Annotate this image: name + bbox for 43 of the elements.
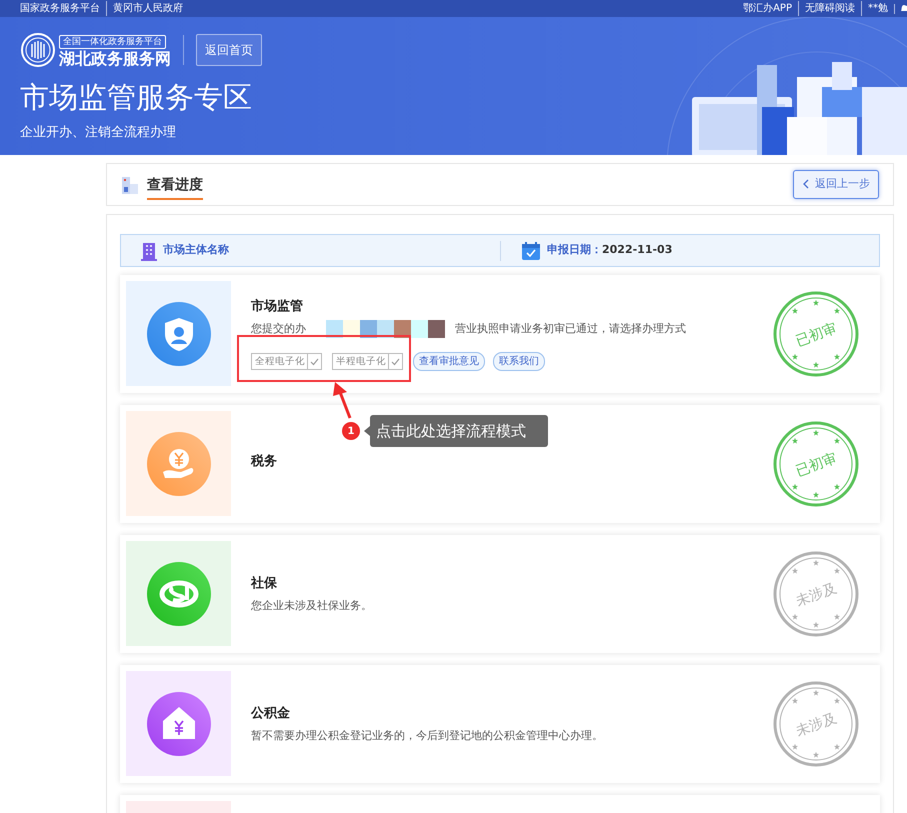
top-link[interactable]: 黄冈市人民政府 (106, 1, 183, 16)
section-tab[interactable]: 查看进度 (147, 170, 203, 200)
yuan-coin-hand-icon (146, 432, 210, 496)
mode-checkbox[interactable]: 半程电子化 (332, 353, 403, 370)
calendar-icon (521, 240, 541, 260)
service-message: 您企业未涉及社保业务。 (251, 598, 372, 614)
building-icon (121, 174, 139, 194)
service-title: 社保 (251, 575, 278, 593)
action-button[interactable]: 查看审批意见 (413, 352, 485, 372)
status-stamp: 未涉及 (772, 550, 860, 638)
action-button[interactable]: 联系我们 (493, 352, 545, 372)
home-button[interactable]: 返回首页 (196, 34, 262, 66)
service-title: 税务 (251, 453, 278, 472)
checkmark-icon (310, 358, 319, 366)
site-name: 湖北政务服务网 (59, 49, 171, 69)
service-message: 暂不需要办理公积金登记业务的，今后到登记地的公积金管理中心办理。 (251, 728, 603, 744)
checkmark-icon (391, 358, 400, 366)
tooltip-label: 点击此处选择流程模式 (370, 415, 548, 447)
chevron-left-icon (802, 179, 810, 190)
service-title: 市场监管 (251, 298, 304, 316)
house-yuan-icon (146, 692, 210, 756)
shield-person-icon (146, 302, 210, 366)
top-link[interactable]: 国家政务服务平台 (20, 1, 100, 16)
top-link[interactable]: 鄂汇办APP (743, 1, 792, 16)
building-icon (141, 240, 157, 260)
service-message: 您提交的办 (251, 321, 306, 337)
top-link[interactable]: 无障碍阅读 (798, 1, 855, 16)
status-stamp: 未涉及 (772, 680, 860, 768)
page-subtitle: 企业开办、注销全流程办理 (20, 124, 177, 142)
back-button[interactable]: 返回上一步 (793, 170, 879, 199)
service-message: 营业执照申请业务初审已通过，请选择办理方式 (455, 321, 686, 337)
logo-tagline: 全国一体化政务服务平台 (59, 35, 166, 49)
date-label: 申报日期： (547, 243, 602, 256)
status-stamp: 已初审 (772, 290, 860, 378)
top-link[interactable]: **勉 (861, 1, 888, 16)
emblem-icon (20, 32, 56, 68)
entity-label: 市场主体名称 (163, 242, 229, 258)
social-security-icon (146, 562, 210, 626)
date-value: 2022-11-03 (602, 243, 672, 256)
page-title: 市场监管服务专区 (20, 79, 253, 115)
mode-checkbox[interactable]: 全程电子化 (251, 353, 322, 370)
service-title: 公积金 (251, 705, 291, 723)
status-stamp: 已初审 (772, 420, 860, 508)
